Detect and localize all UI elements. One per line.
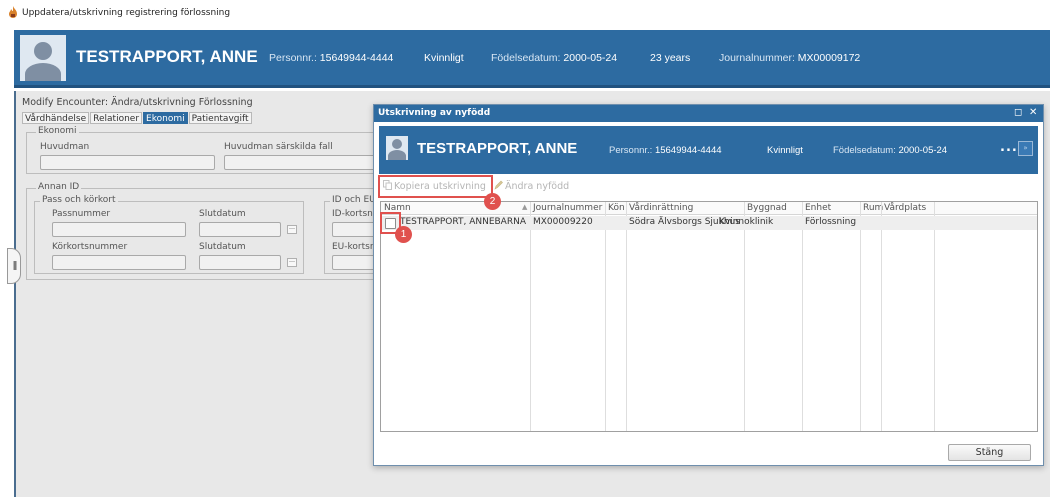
more-options-icon[interactable]: ...	[1000, 140, 1018, 155]
huvudman-special-label: Huvudman särskilda fall	[224, 142, 333, 152]
column-header-unit[interactable]: Enhet	[805, 203, 831, 213]
dialog-titlebar: Utskrivning av nyfödd ◻ ✕	[374, 105, 1043, 122]
tab-ekonomi[interactable]: Ekonomi	[143, 112, 188, 124]
patient-banner: TESTRAPPORT, ANNE Personnr.: 15649944-44…	[14, 30, 1050, 88]
dialog-gender: Kvinnligt	[767, 145, 803, 156]
tab-relationer[interactable]: Relationer	[90, 112, 143, 124]
passport-number-field[interactable]	[52, 222, 186, 237]
column-header-bed[interactable]: Vårdplats	[884, 203, 926, 213]
calendar-icon[interactable]	[287, 225, 297, 234]
journal-number: Journalnummer: MX00009172	[719, 52, 860, 64]
license-end-label: Slutdatum	[199, 242, 246, 252]
window-title: Uppdatera/utskrivning registrering förlo…	[22, 8, 231, 18]
patient-name: TESTRAPPORT, ANNE	[76, 47, 258, 66]
column-divider[interactable]	[860, 202, 861, 431]
encounter-tabs: Vårdhändelse Relationer Ekonomi Patienta…	[22, 112, 253, 124]
license-end-field[interactable]	[199, 255, 281, 270]
patient-avatar	[20, 35, 66, 81]
edit-newborn-button[interactable]: Ändra nyfödd	[494, 180, 569, 192]
huvudman-label: Huvudman	[40, 142, 90, 152]
column-divider[interactable]	[605, 202, 606, 431]
patient-avatar	[386, 136, 408, 160]
callout-1: 1	[395, 226, 412, 243]
column-header-gender[interactable]: Kön	[608, 203, 625, 213]
column-divider[interactable]	[744, 202, 745, 431]
grid-header: Namn ▲ Journalnummer Kön Vårdinrättning …	[381, 202, 1037, 215]
cell-building: Kvinnoklinik	[719, 217, 774, 227]
callout-2: 2	[484, 193, 501, 210]
dialog-birth-date-label: Födelsedatum:	[833, 145, 896, 156]
id-card-label: ID-kortsn	[332, 209, 373, 219]
dialog-personnr-label: Personnr.:	[609, 145, 653, 156]
side-panel-toggle[interactable]: |||	[7, 248, 21, 284]
newborn-grid: Namn ▲ Journalnummer Kön Vårdinrättning …	[380, 201, 1038, 432]
patient-age: 23 years	[650, 52, 691, 64]
expand-banner-button[interactable]: »	[1018, 141, 1033, 156]
economy-legend: Ekonomi	[36, 126, 79, 136]
restore-icon[interactable]: ◻	[1014, 107, 1022, 119]
dialog-birth-date-value: 2000-05-24	[898, 145, 948, 156]
window-titlebar: Uppdatera/utskrivning registrering förlo…	[0, 0, 1050, 28]
flame-icon	[9, 6, 17, 18]
column-divider[interactable]	[934, 202, 935, 431]
personnr: Personnr.: 15649944-4444	[269, 52, 393, 64]
other-id-legend: Annan ID	[36, 182, 82, 192]
edit-newborn-label: Ändra nyfödd	[505, 181, 570, 192]
column-divider[interactable]	[802, 202, 803, 431]
column-divider[interactable]	[881, 202, 882, 431]
huvudman-field[interactable]	[40, 155, 215, 170]
column-header-facility[interactable]: Vårdinrättning	[629, 203, 693, 213]
dialog-birth-date: Födelsedatum: 2000-05-24	[833, 145, 947, 156]
close-button[interactable]: Stäng	[948, 444, 1031, 461]
tab-patientavgift[interactable]: Patientavgift	[188, 112, 252, 124]
passport-legend: Pass och körkort	[40, 195, 118, 205]
patient-gender: Kvinnligt	[424, 52, 464, 64]
tab-vardhandelse[interactable]: Vårdhändelse	[22, 112, 90, 124]
table-row[interactable]: TESTRAPPORT, ANNEBARNA MX00009220 Södra …	[381, 216, 1037, 230]
encounter-title: Modify Encounter: Ändra/utskrivning Förl…	[22, 97, 253, 108]
cell-name: TESTRAPPORT, ANNEBARNA	[400, 217, 526, 227]
column-header-journal[interactable]: Journalnummer	[533, 203, 602, 213]
sort-ascending-icon[interactable]: ▲	[522, 203, 527, 211]
eu-card-label: EU-kortsn	[332, 242, 376, 252]
cell-journal: MX00009220	[533, 217, 593, 227]
column-divider[interactable]	[626, 202, 627, 431]
passport-end-field[interactable]	[199, 222, 281, 237]
cell-unit: Förlossning	[805, 217, 857, 227]
close-icon[interactable]: ✕	[1029, 107, 1037, 119]
column-divider[interactable]	[530, 202, 531, 431]
passport-number-label: Passnummer	[52, 209, 111, 219]
dialog-title: Utskrivning av nyfödd	[378, 108, 491, 118]
birth-date-value: 2000-05-24	[563, 52, 618, 64]
birth-date: Födelsedatum: 2000-05-24	[491, 52, 617, 64]
dialog-personnr: Personnr.: 15649944-4444	[609, 145, 722, 156]
personnr-label: Personnr.:	[269, 52, 317, 64]
calendar-icon[interactable]	[287, 258, 297, 267]
pencil-icon	[494, 180, 503, 190]
license-number-field[interactable]	[52, 255, 186, 270]
highlight-copy-discharge	[378, 175, 493, 198]
personnr-value: 15649944-4444	[319, 52, 394, 64]
dialog-personnr-value: 15649944-4444	[654, 145, 722, 156]
passport-end-label: Slutdatum	[199, 209, 246, 219]
license-number-label: Körkortsnummer	[52, 242, 128, 252]
journal-number-label: Journalnummer:	[719, 52, 795, 64]
dialog-patient-name: TESTRAPPORT, ANNE	[417, 140, 578, 157]
column-header-building[interactable]: Byggnad	[747, 203, 787, 213]
dialog-patient-banner: TESTRAPPORT, ANNE Personnr.: 15649944-44…	[379, 126, 1038, 174]
journal-number-value: MX00009172	[797, 52, 861, 64]
birth-date-label: Födelsedatum:	[491, 52, 561, 64]
eu-id-legend: ID och EU	[330, 195, 378, 205]
